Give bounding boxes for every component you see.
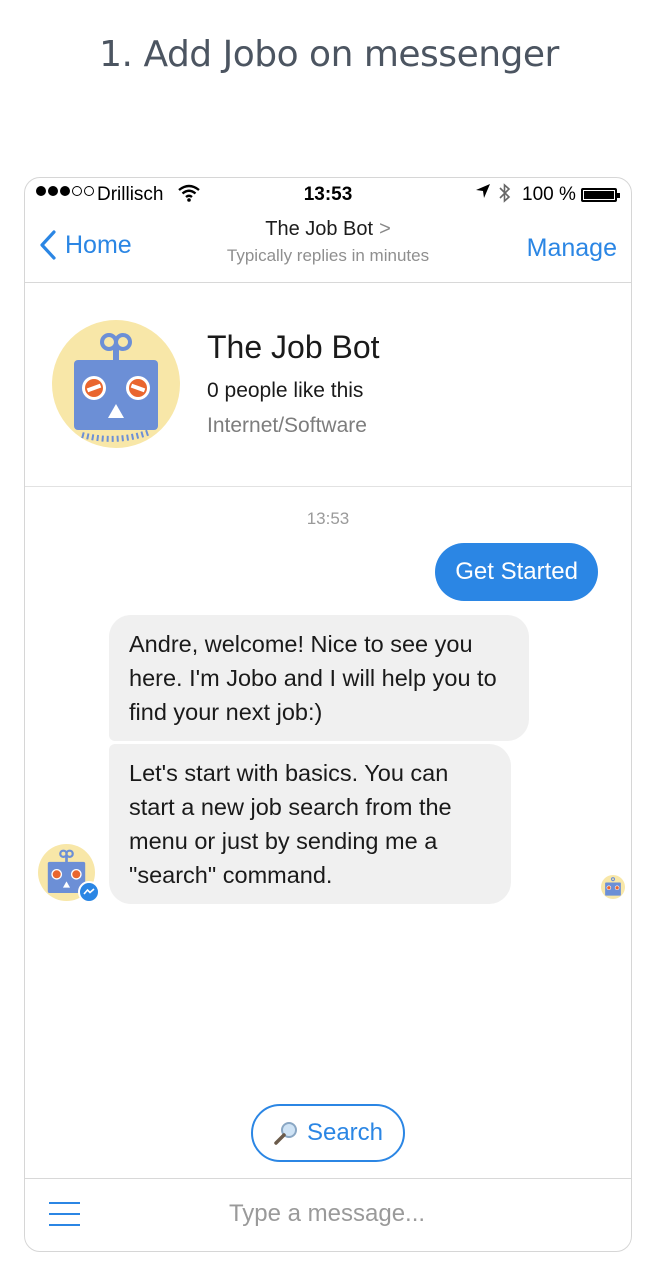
hamburger-menu-icon[interactable] xyxy=(49,1202,80,1226)
bluetooth-icon xyxy=(498,183,512,208)
message-composer xyxy=(25,1178,631,1251)
page-heading: 1. Add Jobo on messenger xyxy=(99,34,559,75)
profile-category: Internet/Software xyxy=(207,414,367,437)
messenger-badge-icon xyxy=(78,881,100,903)
manage-button[interactable]: Manage xyxy=(527,234,617,263)
bot-profile-card: The Job Bot 0 people like this Internet/… xyxy=(25,283,631,487)
location-arrow-icon xyxy=(475,183,491,204)
profile-name: The Job Bot xyxy=(207,329,380,365)
message-bubble-received: Andre, welcome! Nice to see you here. I'… xyxy=(109,615,529,741)
navigation-bar: Home The Job Bot > Typically replies in m… xyxy=(25,212,631,283)
bot-avatar-large[interactable] xyxy=(52,320,180,448)
magnifier-icon xyxy=(274,1122,297,1145)
quick-reply-label: Search xyxy=(306,1119,384,1146)
message-input[interactable] xyxy=(145,1199,509,1229)
conversation-title: The Job Bot xyxy=(265,218,374,240)
status-bar: Drillisch 13:53 100 % xyxy=(25,178,631,212)
message-bubble-received: Let's start with basics. You can start a… xyxy=(109,744,511,904)
battery-icon xyxy=(581,188,620,202)
chat-timestamp: 13:53 xyxy=(306,509,350,528)
message-bubble-sent: Get Started xyxy=(435,543,598,601)
phone-screen: Drillisch 13:53 100 % Home The Job Bot >… xyxy=(24,177,632,1252)
profile-likes: 0 people like this xyxy=(207,379,364,402)
search-quick-reply-button[interactable]: Search xyxy=(251,1104,405,1162)
read-receipt-avatar-icon xyxy=(601,875,625,899)
chevron-right-icon: > xyxy=(379,218,391,240)
battery-percentage: 100 % xyxy=(522,184,576,205)
